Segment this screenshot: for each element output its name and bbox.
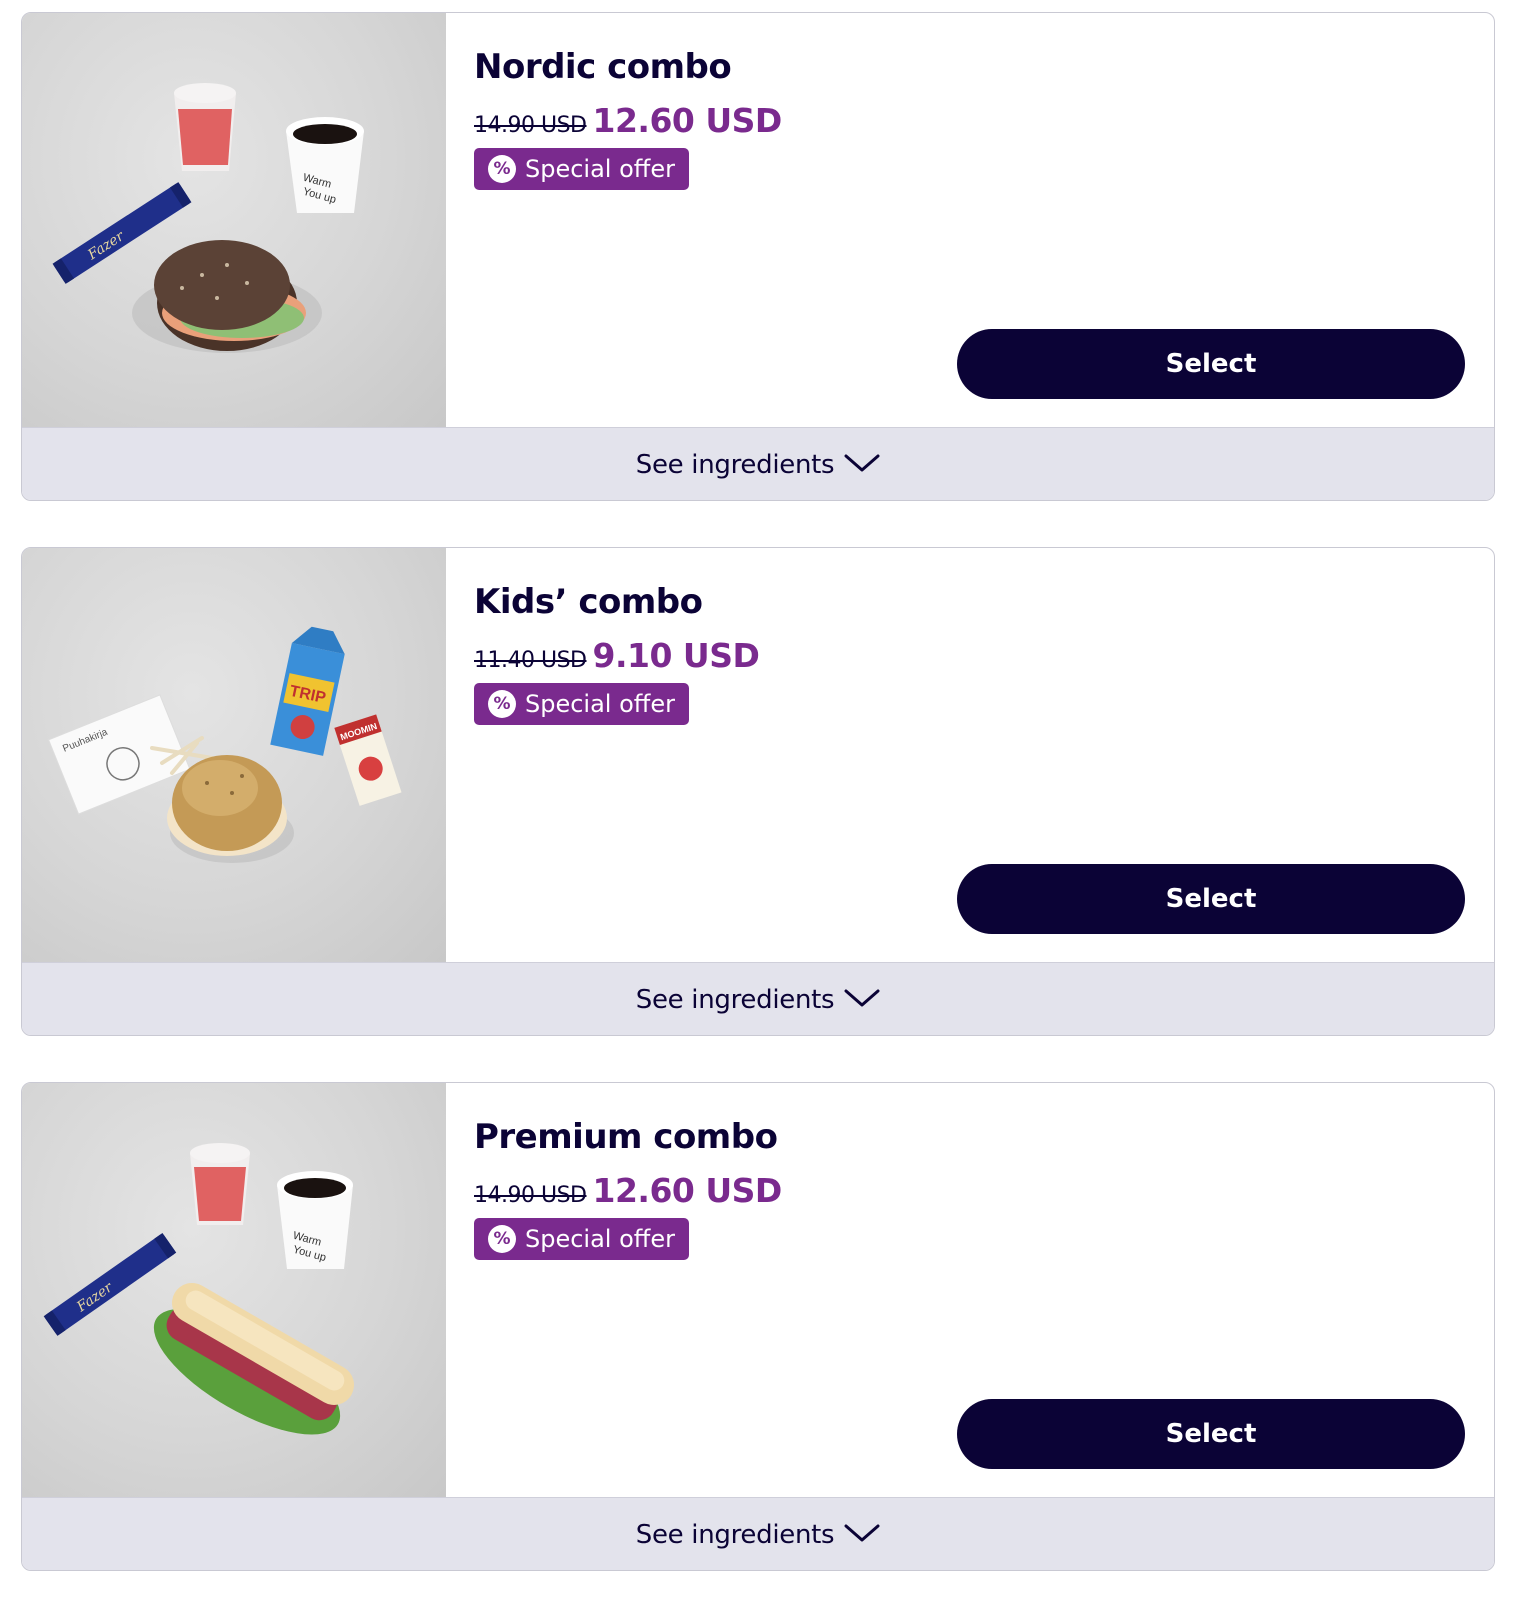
original-price: 14.90 USD: [474, 1183, 587, 1208]
combo-card-nordic: Warm You up Fazer Nordic combo 14.90 USD…: [21, 12, 1495, 501]
premium-combo-photo: Warm You up Fazer: [22, 1083, 446, 1497]
discounted-price: 12.60 USD: [592, 101, 782, 140]
special-offer-badge: % Special offer: [474, 683, 689, 725]
original-price: 14.90 USD: [474, 113, 587, 138]
percent-icon: %: [488, 690, 516, 718]
percent-icon: %: [488, 155, 516, 183]
combo-info: Kids’ combo 11.40 USD 9.10 USD % Special…: [446, 548, 1494, 962]
special-offer-badge: % Special offer: [474, 148, 689, 190]
chevron-down-icon: [844, 453, 880, 477]
combo-title: Nordic combo: [474, 47, 732, 87]
select-button[interactable]: Select: [957, 864, 1465, 934]
price-row: 14.90 USD 12.60 USD: [474, 101, 1466, 140]
see-ingredients-toggle[interactable]: See ingredients: [22, 1497, 1494, 1570]
combo-title: Premium combo: [474, 1117, 778, 1157]
select-button[interactable]: Select: [957, 329, 1465, 399]
see-ingredients-label: See ingredients: [635, 449, 835, 480]
combo-card-kids: Puuhakirja TRIP MOOMIN Kids’ combo 11.40…: [21, 547, 1495, 1036]
discounted-price: 9.10 USD: [592, 636, 760, 675]
combo-card-premium: Warm You up Fazer Premium combo 14.90 US…: [21, 1082, 1495, 1571]
special-offer-label: Special offer: [525, 155, 675, 183]
chevron-down-icon: [844, 1523, 880, 1547]
combo-info: Premium combo 14.90 USD 12.60 USD % Spec…: [446, 1083, 1494, 1497]
chevron-down-icon: [844, 988, 880, 1012]
see-ingredients-toggle[interactable]: See ingredients: [22, 962, 1494, 1035]
see-ingredients-label: See ingredients: [635, 984, 835, 1015]
original-price: 11.40 USD: [474, 648, 587, 673]
percent-icon: %: [488, 1225, 516, 1253]
discounted-price: 12.60 USD: [592, 1171, 782, 1210]
price-row: 11.40 USD 9.10 USD: [474, 636, 1466, 675]
combo-title: Kids’ combo: [474, 582, 703, 622]
combo-list: Warm You up Fazer Nordic combo 14.90 USD…: [21, 12, 1495, 1617]
nordic-combo-photo: Warm You up Fazer: [22, 13, 446, 427]
see-ingredients-toggle[interactable]: See ingredients: [22, 427, 1494, 500]
kids-combo-photo: Puuhakirja TRIP MOOMIN: [22, 548, 446, 962]
combo-info: Nordic combo 14.90 USD 12.60 USD % Speci…: [446, 13, 1494, 427]
select-button[interactable]: Select: [957, 1399, 1465, 1469]
see-ingredients-label: See ingredients: [635, 1519, 835, 1550]
special-offer-label: Special offer: [525, 1225, 675, 1253]
special-offer-label: Special offer: [525, 690, 675, 718]
special-offer-badge: % Special offer: [474, 1218, 689, 1260]
price-row: 14.90 USD 12.60 USD: [474, 1171, 1466, 1210]
